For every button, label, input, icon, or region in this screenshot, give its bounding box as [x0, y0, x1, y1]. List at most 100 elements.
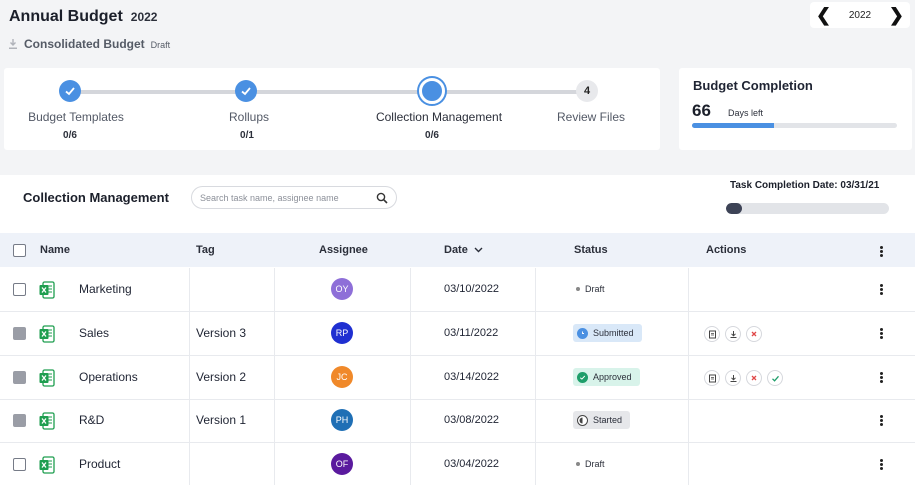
status-badge: Submitted — [573, 324, 642, 342]
step-label-budget-templates: Budget Templates — [28, 110, 124, 124]
clock-icon — [577, 327, 588, 339]
status-badge: Approved — [573, 368, 640, 386]
action-preview-button[interactable] — [704, 370, 720, 386]
column-divider — [274, 399, 275, 442]
row-name[interactable]: Sales — [79, 326, 109, 340]
row-options-icon[interactable] — [879, 283, 883, 296]
step-count-budget-templates: 0/6 — [63, 130, 77, 141]
column-divider — [688, 399, 689, 442]
task-completion-date: Task Completion Date: 03/31/21 — [730, 180, 879, 191]
step-node-review-files[interactable]: 4 — [576, 80, 598, 102]
chevron-left-icon[interactable]: ❮ — [816, 6, 831, 24]
column-divider — [410, 399, 411, 442]
budget-completion-card: Budget Completion 66 Days left — [679, 68, 912, 150]
avatar[interactable]: JC — [331, 366, 353, 388]
search-box — [191, 186, 397, 209]
column-divider — [535, 356, 536, 399]
check-icon — [65, 87, 75, 96]
action-download-button[interactable] — [725, 370, 741, 386]
column-divider — [410, 356, 411, 399]
avatar[interactable]: OY — [331, 278, 353, 300]
action-preview-button[interactable] — [704, 326, 720, 342]
row-date: 03/11/2022 — [444, 327, 499, 339]
column-options-icon[interactable] — [879, 245, 883, 258]
column-divider — [189, 312, 190, 355]
column-header-status[interactable]: Status — [574, 244, 608, 256]
excel-file-icon — [39, 325, 55, 343]
workflow-stepper: 4 Budget Templates 0/6 Rollups 0/1 Colle… — [4, 68, 660, 150]
column-header-date-label: Date — [444, 244, 468, 256]
column-divider — [274, 268, 275, 311]
row-checkbox[interactable] — [13, 327, 26, 340]
download-icon — [730, 374, 736, 382]
row-name[interactable]: R&D — [79, 413, 104, 427]
chevron-down-icon[interactable] — [474, 247, 483, 253]
step-count-rollups: 0/1 — [240, 130, 254, 141]
step-node-collection-management[interactable] — [419, 78, 445, 104]
action-approve-button[interactable] — [767, 370, 783, 386]
check-icon — [241, 87, 251, 96]
row-options-icon[interactable] — [879, 458, 883, 471]
days-left-label: Days left — [728, 108, 764, 118]
column-divider — [274, 356, 275, 399]
table-row[interactable]: Sales Version 3 RP 03/11/2022 Submitted — [0, 312, 915, 356]
row-name[interactable]: Marketing — [79, 282, 132, 296]
status-dot-icon — [576, 462, 580, 466]
excel-file-icon — [39, 456, 55, 474]
avatar[interactable]: PH — [331, 409, 353, 431]
column-divider — [410, 443, 411, 485]
avatar[interactable]: RP — [331, 322, 353, 344]
table-row[interactable]: Marketing OY 03/10/2022 Draft — [0, 268, 915, 312]
table-row[interactable]: Product OF 03/04/2022 Draft — [0, 443, 915, 485]
year-picker: ❮ 2022 ❯ — [810, 2, 910, 28]
task-progress-fill — [726, 203, 743, 214]
action-reject-button[interactable] — [746, 326, 762, 342]
row-checkbox[interactable] — [13, 283, 26, 296]
column-header-date[interactable]: Date — [444, 244, 483, 256]
row-checkbox[interactable] — [13, 371, 26, 384]
search-input[interactable] — [200, 192, 376, 203]
column-header-assignee[interactable]: Assignee — [319, 244, 368, 256]
excel-file-icon — [39, 412, 55, 430]
row-date: 03/10/2022 — [444, 283, 500, 295]
step-connector — [246, 90, 432, 94]
row-options-icon[interactable] — [879, 327, 883, 340]
row-name[interactable]: Product — [79, 457, 120, 471]
row-options-icon[interactable] — [879, 371, 883, 384]
select-all-checkbox[interactable] — [13, 244, 26, 257]
excel-file-icon — [39, 369, 55, 387]
row-date: 03/14/2022 — [444, 371, 500, 383]
column-header-name[interactable]: Name — [40, 244, 70, 256]
column-divider — [535, 399, 536, 442]
column-divider — [688, 443, 689, 485]
page-header: Annual Budget 2022 — [9, 8, 157, 26]
row-name[interactable]: Operations — [79, 370, 138, 384]
step-node-rollups[interactable] — [235, 80, 257, 102]
status-text: Draft — [585, 284, 605, 294]
step-node-budget-templates[interactable] — [59, 80, 81, 102]
column-divider — [410, 312, 411, 355]
page-year: 2022 — [130, 10, 158, 24]
row-options-icon[interactable] — [879, 414, 883, 427]
action-reject-button[interactable] — [746, 370, 762, 386]
budget-subtitle: Consolidated Budget Draft — [8, 36, 170, 51]
row-checkbox[interactable] — [13, 414, 26, 427]
consolidated-budget-label: Consolidated Budget — [24, 37, 145, 51]
table-row[interactable]: R&D Version 1 PH 03/08/2022 Started — [0, 399, 915, 443]
progress-icon — [577, 414, 588, 426]
row-checkbox[interactable] — [13, 458, 26, 471]
column-header-tag[interactable]: Tag — [196, 244, 215, 256]
preview-icon — [708, 330, 716, 338]
chevron-right-icon[interactable]: ❯ — [889, 6, 904, 24]
search-icon[interactable] — [376, 192, 388, 204]
action-download-button[interactable] — [725, 326, 741, 342]
avatar[interactable]: OF — [331, 453, 353, 475]
row-date: 03/08/2022 — [444, 414, 500, 426]
column-divider — [688, 312, 689, 355]
download-icon[interactable] — [8, 38, 18, 50]
column-divider — [274, 443, 275, 485]
column-divider — [535, 312, 536, 355]
excel-file-icon — [39, 281, 55, 299]
step-connector — [432, 90, 586, 94]
table-row[interactable]: Operations Version 2 JC 03/14/2022 Approved — [0, 356, 915, 400]
